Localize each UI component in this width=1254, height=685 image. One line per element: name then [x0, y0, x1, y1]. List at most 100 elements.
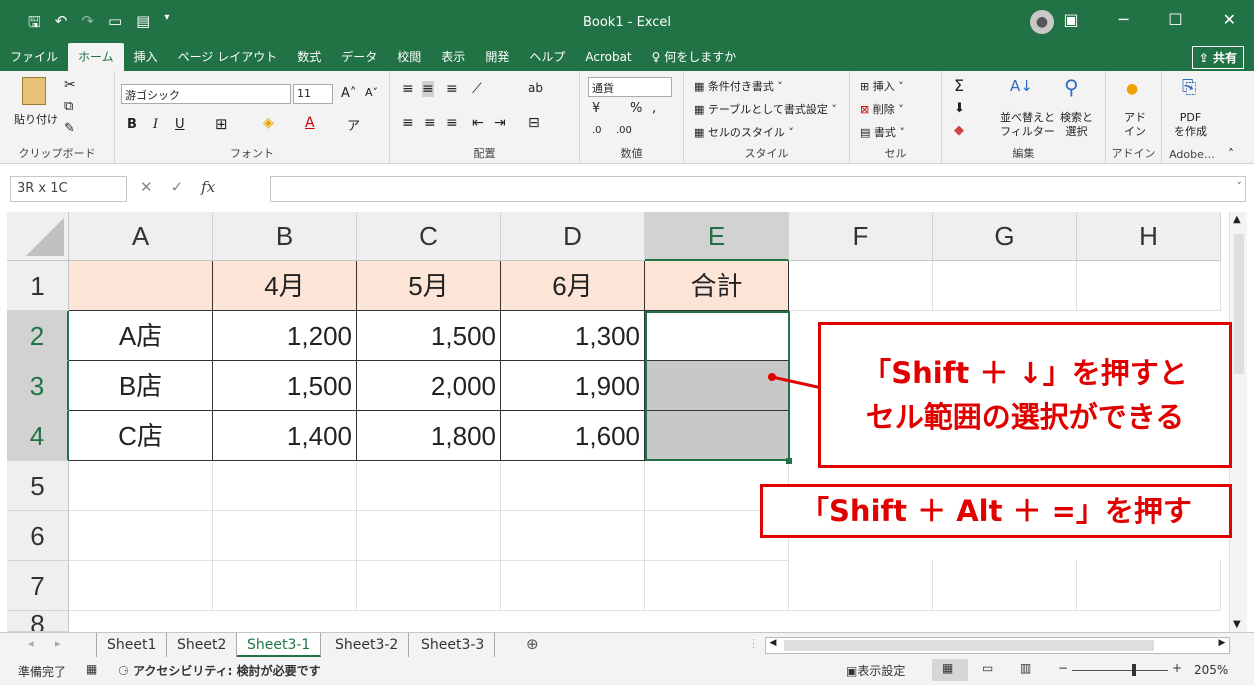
formula-input[interactable] — [270, 176, 1246, 202]
cell-d4[interactable]: 1,600 — [501, 411, 645, 461]
cell-b1[interactable]: 4月 — [213, 261, 357, 311]
col-header-c[interactable]: C — [357, 212, 501, 261]
cell-f1[interactable] — [789, 261, 933, 311]
decrease-indent-icon[interactable]: ⇤ — [472, 115, 484, 131]
zoom-in-icon[interactable]: + — [1172, 661, 1182, 675]
fill-handle[interactable] — [786, 458, 792, 464]
font-size-select[interactable]: 11 — [293, 84, 333, 104]
tell-me-box[interactable]: ♀ 何をしますか — [642, 43, 747, 71]
cell-b3[interactable]: 1,500 — [213, 361, 357, 411]
scroll-sheets-left-icon[interactable]: ◂ — [28, 637, 34, 650]
sheet-tab-2[interactable]: Sheet2 — [167, 633, 238, 657]
sheet-tab-3-1[interactable]: Sheet3-1 — [237, 633, 322, 657]
col-header-a[interactable]: A — [69, 212, 213, 261]
tab-developer[interactable]: 開発 — [475, 43, 519, 71]
scroll-up-icon[interactable]: ▲ — [1233, 214, 1241, 225]
format-painter-icon[interactable]: ✎ — [64, 121, 75, 136]
increase-indent-icon[interactable]: ⇥ — [494, 115, 506, 131]
cell-a2[interactable]: A店 — [69, 311, 213, 361]
row-header-5[interactable]: 5 — [7, 461, 69, 511]
create-pdf-label[interactable]: PDF を作成 — [1174, 111, 1207, 139]
italic-icon[interactable]: I — [153, 117, 158, 132]
cell-b2[interactable]: 1,200 — [213, 311, 357, 361]
expand-formula-bar-icon[interactable]: ˅ — [1237, 180, 1243, 193]
row-header-7[interactable]: 7 — [7, 561, 69, 611]
col-header-b[interactable]: B — [213, 212, 357, 261]
horizontal-scroll-thumb[interactable] — [784, 640, 1154, 651]
row-header-4[interactable]: 4 — [7, 411, 69, 461]
find-select-icon[interactable]: ⚲ — [1064, 75, 1079, 99]
cell-styles-button[interactable]: ▦ セルのスタイル ˅ — [694, 124, 794, 140]
format-as-table-button[interactable]: ▦ テーブルとして書式設定 ˅ — [694, 101, 837, 117]
tab-view[interactable]: 表示 — [431, 43, 475, 71]
cell-a5[interactable] — [69, 461, 213, 511]
cell-b4[interactable]: 1,400 — [213, 411, 357, 461]
sort-filter-icon[interactable]: A↓ — [1010, 77, 1033, 95]
cell-d1[interactable]: 6月 — [501, 261, 645, 311]
cell-b5[interactable] — [213, 461, 357, 511]
sheet-tab-1[interactable]: Sheet1 — [96, 633, 168, 657]
tab-home[interactable]: ホーム — [68, 43, 124, 71]
ribbon-display-icon[interactable]: ▣ — [1063, 10, 1078, 29]
cell-h1[interactable] — [1077, 261, 1221, 311]
fill-color-icon[interactable]: ◈ — [263, 115, 274, 131]
zoom-slider-track[interactable] — [1072, 670, 1168, 671]
copy-icon[interactable]: ⧉ — [64, 99, 73, 114]
delete-cells-button[interactable]: ⊠ 削除 ˅ — [860, 101, 904, 117]
cell-a4[interactable]: C店 — [69, 411, 213, 461]
paste-label[interactable]: 貼り付け — [14, 111, 58, 127]
autosum-icon[interactable]: Σ — [954, 76, 964, 95]
clear-icon[interactable]: ◆ — [954, 123, 964, 138]
increase-decimal-icon[interactable]: .0 — [592, 125, 602, 136]
align-middle-icon[interactable]: ≡ — [422, 81, 434, 97]
cell-g1[interactable] — [933, 261, 1077, 311]
maximize-icon[interactable]: ☐ — [1168, 10, 1182, 29]
col-header-h[interactable]: H — [1077, 212, 1221, 261]
vertical-scroll-thumb[interactable] — [1234, 234, 1244, 374]
accounting-format-icon[interactable]: ¥ — [592, 101, 600, 116]
select-all-corner[interactable] — [7, 212, 69, 261]
align-right-icon[interactable]: ≡ — [446, 115, 458, 131]
insert-function-icon[interactable]: fx — [201, 178, 215, 196]
zoom-out-icon[interactable]: − — [1058, 661, 1068, 675]
cell-a3[interactable]: B店 — [69, 361, 213, 411]
shrink-font-icon[interactable]: A˅ — [365, 86, 378, 99]
tab-file[interactable]: ファイル — [0, 43, 68, 71]
underline-icon[interactable]: U — [175, 117, 185, 132]
cell-d6[interactable] — [501, 511, 645, 561]
create-pdf-icon[interactable]: ⎘ — [1182, 77, 1196, 98]
sheet-tab-3-2[interactable]: Sheet3-2 — [325, 633, 410, 657]
horizontal-scrollbar[interactable]: ◀ ▶ — [765, 637, 1230, 654]
cell-c7[interactable] — [357, 561, 501, 611]
tab-review[interactable]: 校閲 — [387, 43, 431, 71]
cell-d7[interactable] — [501, 561, 645, 611]
cell-a7[interactable] — [69, 561, 213, 611]
number-format-select[interactable]: 通貨 — [588, 77, 672, 97]
user-avatar-icon[interactable]: ● — [1030, 10, 1054, 34]
share-button[interactable]: ⇪ 共有 — [1191, 46, 1244, 69]
page-break-view-icon[interactable]: ▥ — [1020, 661, 1031, 675]
scroll-left-icon[interactable]: ◀ — [766, 638, 780, 653]
zoom-level[interactable]: 205% — [1194, 663, 1228, 677]
normal-view-button[interactable]: ▦ — [932, 659, 968, 681]
row-header-6[interactable]: 6 — [7, 511, 69, 561]
scroll-sheets-right-icon[interactable]: ▸ — [55, 637, 61, 650]
tab-split-handle[interactable]: ⋮ — [748, 637, 759, 650]
collapse-ribbon-icon[interactable]: ˄ — [1228, 147, 1234, 161]
accessibility-status[interactable]: ⚆ アクセシビリティ: 検討が必要です — [118, 662, 321, 679]
align-bottom-icon[interactable]: ≡ — [446, 81, 458, 97]
cell-e1[interactable]: 合計 — [645, 261, 789, 311]
close-icon[interactable]: ✕ — [1223, 10, 1236, 29]
tab-page-layout[interactable]: ページ レイアウト — [168, 43, 288, 71]
phonetic-icon[interactable]: ア — [347, 115, 360, 134]
cell-d3[interactable]: 1,900 — [501, 361, 645, 411]
tab-insert[interactable]: 挿入 — [124, 43, 168, 71]
cell-c3[interactable]: 2,000 — [357, 361, 501, 411]
enter-icon[interactable]: ✓ — [171, 178, 184, 196]
orientation-icon[interactable]: ⟋ — [472, 81, 482, 97]
grow-font-icon[interactable]: A˄ — [341, 86, 356, 101]
cell-f7[interactable] — [789, 561, 933, 611]
cell-c2[interactable]: 1,500 — [357, 311, 501, 361]
tab-acrobat[interactable]: Acrobat — [575, 43, 641, 71]
cell-d5[interactable] — [501, 461, 645, 511]
